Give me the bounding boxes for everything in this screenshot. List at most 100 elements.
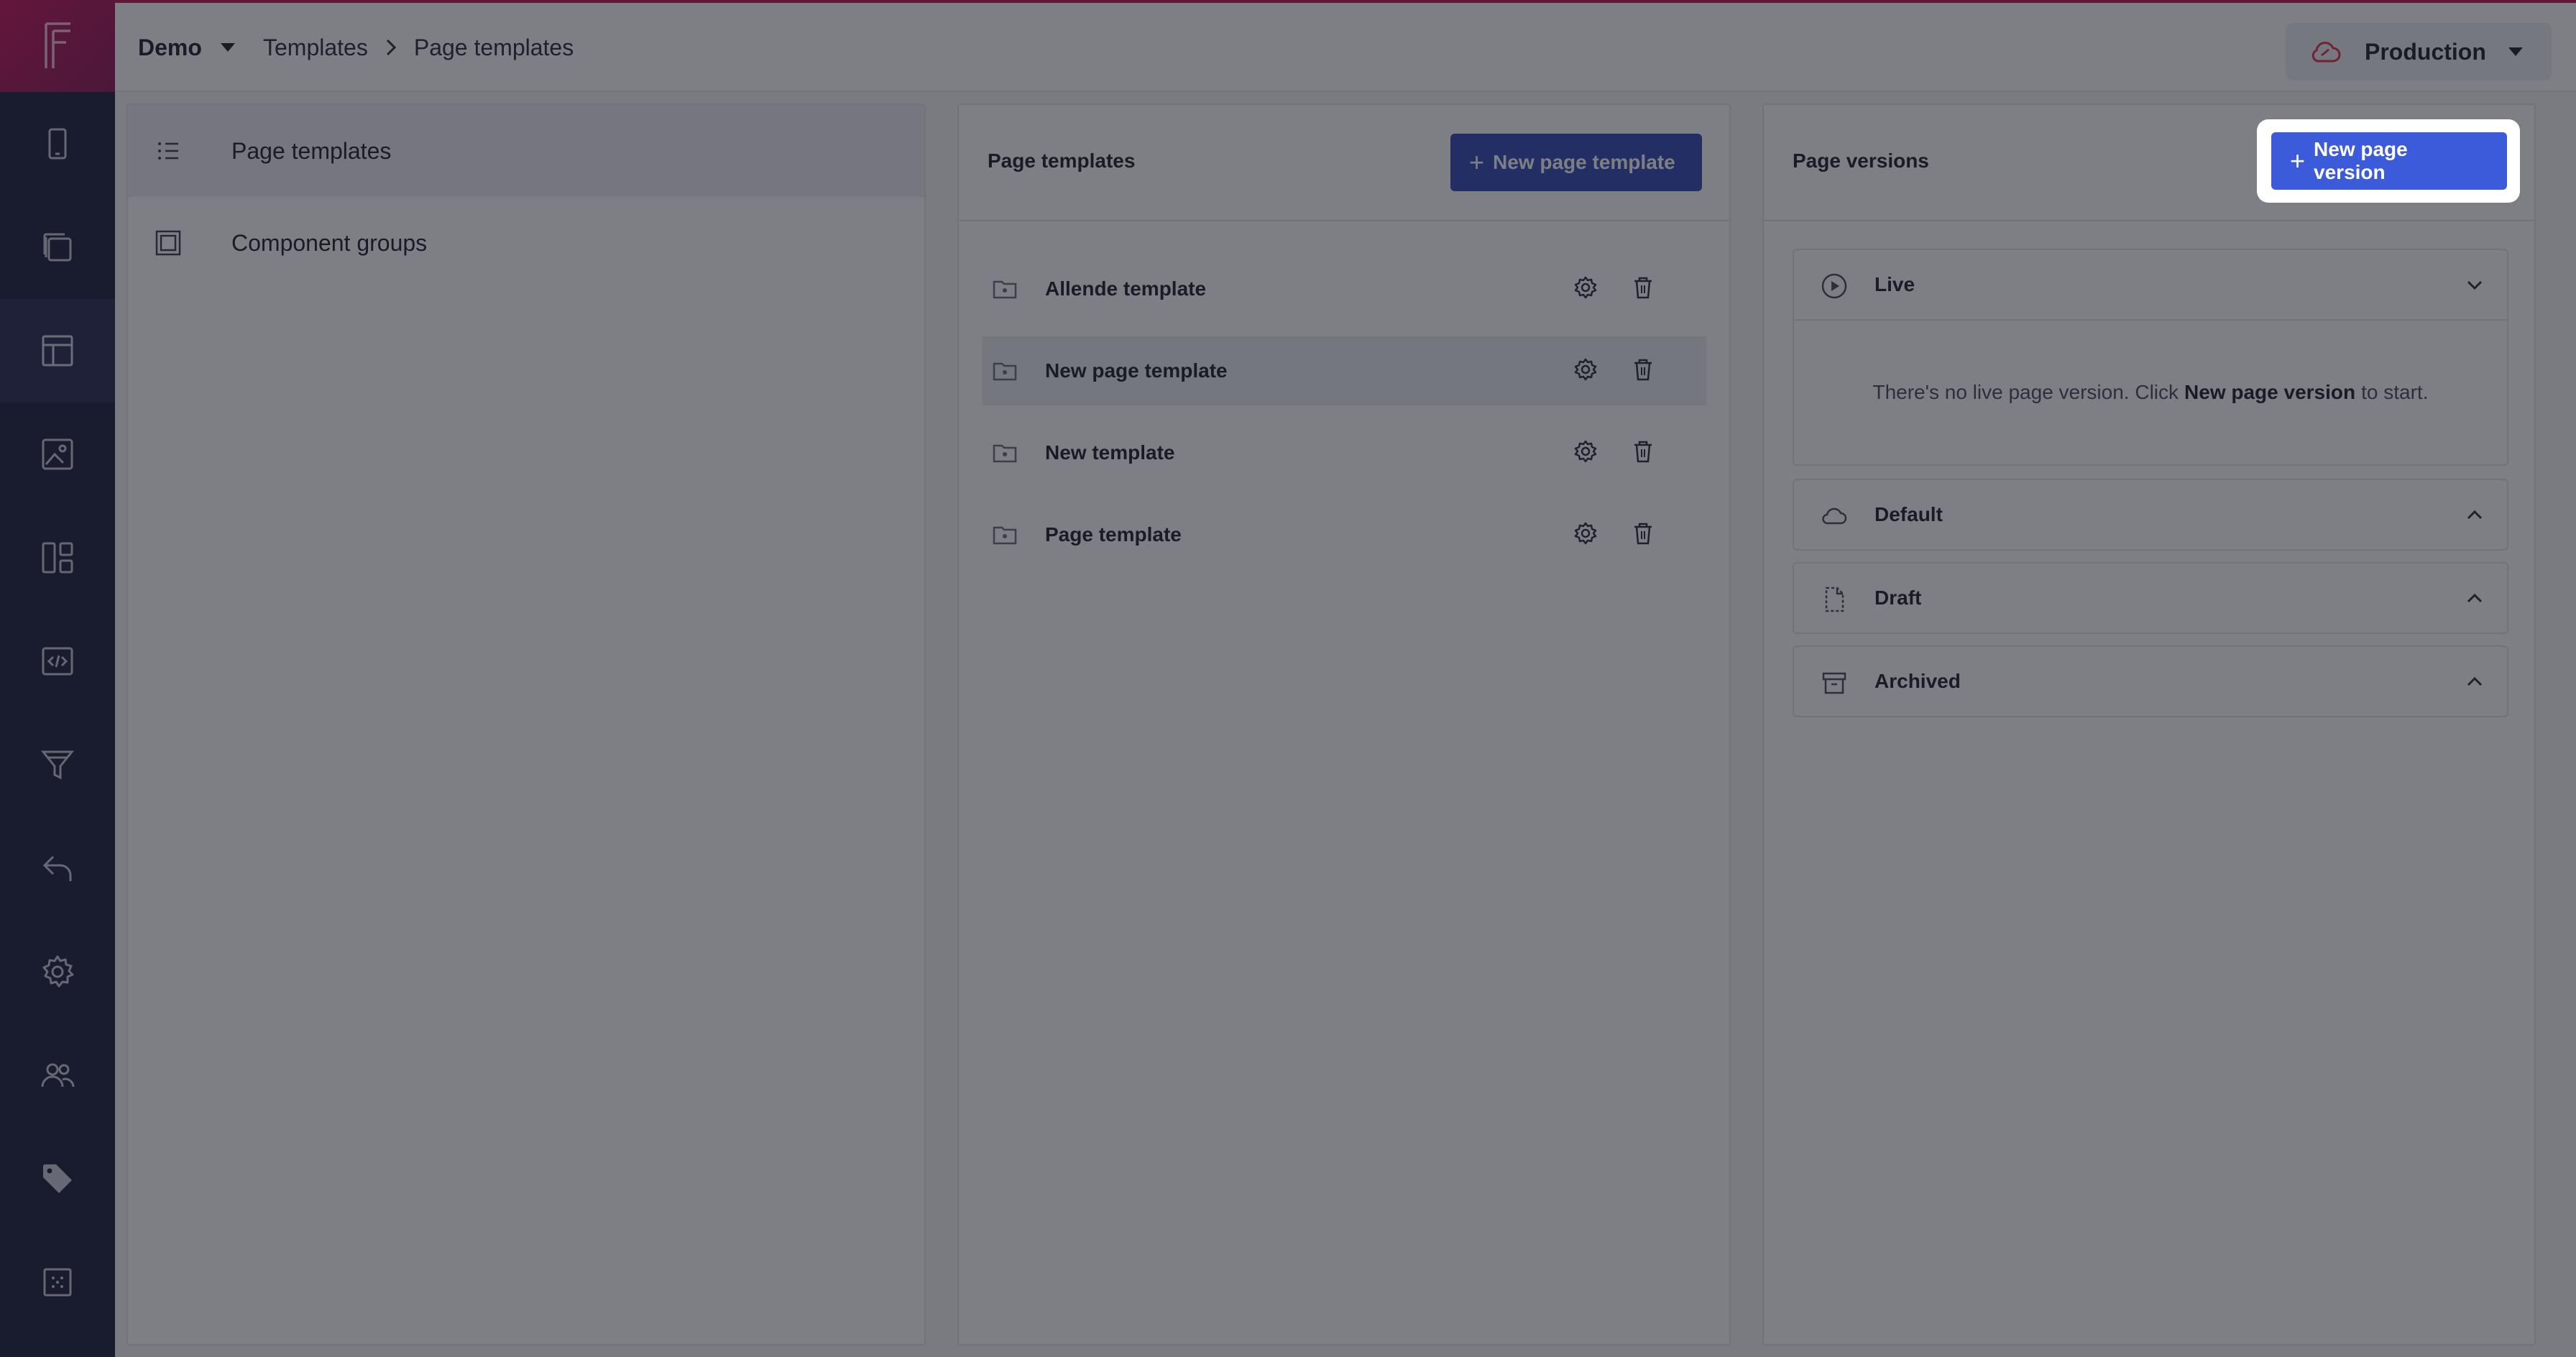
- folder-icon: [993, 362, 1017, 381]
- accordion-default: Default: [1793, 479, 2508, 551]
- template-row[interactable]: Page template: [982, 500, 1706, 569]
- accordion-label: Archived: [1874, 670, 1961, 692]
- template-row[interactable]: New template: [982, 418, 1706, 487]
- layout-icon: [42, 335, 73, 367]
- caret-down-icon: [220, 43, 235, 52]
- nav-label: Page templates: [231, 137, 392, 164]
- button-label: New page template: [1493, 151, 1675, 173]
- rail-copy[interactable]: [0, 196, 115, 299]
- archive-icon: [1822, 672, 1846, 694]
- template-name: New page template: [1045, 359, 1228, 382]
- accordion-label: Draft: [1874, 586, 1922, 609]
- dashboard-icon: [42, 542, 73, 574]
- spotlight: + New page version: [2257, 119, 2520, 203]
- users-icon: [41, 1063, 75, 1087]
- panel-title: Page versions: [1793, 150, 1929, 172]
- grid-icon: [43, 1268, 72, 1297]
- rail-code[interactable]: [0, 610, 115, 713]
- rail-layout[interactable]: [0, 299, 115, 402]
- tag-icon: [43, 1164, 72, 1193]
- nav-label: Component groups: [231, 229, 428, 256]
- code-icon: [42, 647, 73, 676]
- copy-icon: [43, 233, 72, 262]
- draft-document-icon: [1825, 586, 1844, 612]
- gear-icon[interactable]: [1573, 356, 1598, 382]
- device-icon: [48, 128, 67, 160]
- accordion-draft: Draft: [1793, 562, 2508, 634]
- template-name: New template: [1045, 441, 1175, 464]
- nav-page-templates[interactable]: Page templates: [128, 105, 924, 197]
- environment-label: Production: [2365, 38, 2486, 65]
- empty-text-suffix: to start.: [2361, 381, 2429, 403]
- empty-link: New page version: [2184, 381, 2356, 403]
- trash-icon[interactable]: [1630, 275, 1656, 300]
- new-page-version-button[interactable]: + New page version: [2271, 132, 2507, 190]
- accordion-header-default[interactable]: Default: [1794, 480, 2507, 549]
- image-icon: [42, 438, 73, 470]
- rail-filter[interactable]: [0, 713, 115, 816]
- template-row[interactable]: New page template: [982, 336, 1706, 405]
- logo-icon: [45, 22, 70, 68]
- template-name: Page template: [1045, 523, 1182, 546]
- rail-device[interactable]: [0, 92, 115, 196]
- folder-icon: [993, 280, 1017, 299]
- gear-icon[interactable]: [1573, 275, 1598, 300]
- accordion-header-archived[interactable]: Archived: [1794, 647, 2507, 716]
- panel-title: Page templates: [988, 150, 1136, 172]
- new-page-template-button[interactable]: + New page template: [1450, 134, 1702, 191]
- rail-grid[interactable]: [0, 1230, 115, 1334]
- accordion-label: Live: [1874, 273, 1915, 295]
- cloud-icon: [2312, 42, 2341, 63]
- gear-icon[interactable]: [1573, 520, 1598, 546]
- folder-icon: [993, 444, 1017, 463]
- caret-down-icon: [2508, 47, 2523, 56]
- template-row[interactable]: Allende template: [982, 254, 1706, 323]
- plus-icon: +: [1469, 147, 1485, 177]
- rail-undo[interactable]: [0, 816, 115, 920]
- panel-header: Page templates + New page template: [959, 105, 1729, 221]
- breadcrumb-templates[interactable]: Templates: [263, 34, 368, 61]
- live-empty-state: There's no live page version. Click New …: [1794, 319, 2507, 464]
- template-name: Allende template: [1045, 277, 1207, 300]
- chevron-up-icon: [2467, 676, 2483, 686]
- list-icon: [158, 142, 178, 160]
- page-templates-panel: Page templates + New page template Allen…: [957, 104, 1731, 1346]
- gear-icon[interactable]: [1573, 438, 1598, 464]
- breadcrumb-current: Page templates: [413, 34, 574, 60]
- trash-icon[interactable]: [1630, 356, 1656, 382]
- page-versions-panel: Page versions Live There's no live page …: [1762, 104, 2536, 1346]
- button-label: New page version: [2314, 138, 2408, 183]
- top-bar: Demo Templates Page templates Production: [115, 0, 2576, 92]
- trash-icon[interactable]: [1630, 520, 1656, 546]
- empty-text: There's no live page version. Click: [1872, 381, 2179, 403]
- play-circle-icon: [1821, 273, 1847, 299]
- accordion-live: Live There's no live page version. Click…: [1793, 249, 2508, 466]
- project-switcher[interactable]: Demo: [138, 3, 235, 92]
- accordion-header-draft[interactable]: Draft: [1794, 564, 2507, 632]
- plus-icon: +: [2290, 146, 2306, 175]
- filter-icon: [40, 750, 75, 780]
- rail-users[interactable]: [0, 1024, 115, 1127]
- nav-component-groups[interactable]: Component groups: [128, 197, 924, 289]
- rail-dashboard[interactable]: [0, 506, 115, 610]
- project-name: Demo: [138, 34, 202, 60]
- chevron-up-icon: [2467, 593, 2483, 603]
- app-rail: [0, 0, 115, 1357]
- settings-icon: [42, 955, 74, 988]
- logo[interactable]: [0, 0, 115, 92]
- undo-icon: [42, 855, 72, 881]
- accordion-archived: Archived: [1793, 645, 2508, 717]
- environment-switcher[interactable]: Production: [2286, 23, 2552, 80]
- rail-image[interactable]: [0, 402, 115, 506]
- accordion-label: Default: [1874, 503, 1943, 525]
- rail-tags[interactable]: [0, 1127, 115, 1230]
- rail-settings[interactable]: [0, 920, 115, 1024]
- chevron-up-icon: [2467, 510, 2483, 520]
- templates-nav-panel: Page templates Component groups: [126, 104, 926, 1346]
- chevron-down-icon: [2467, 280, 2483, 290]
- trash-icon[interactable]: [1630, 438, 1656, 464]
- square-icon: [155, 230, 181, 256]
- accordion-header-live[interactable]: Live: [1794, 250, 2507, 319]
- cloud-icon: [1822, 507, 1847, 525]
- breadcrumb: Templates Page templates: [263, 3, 574, 92]
